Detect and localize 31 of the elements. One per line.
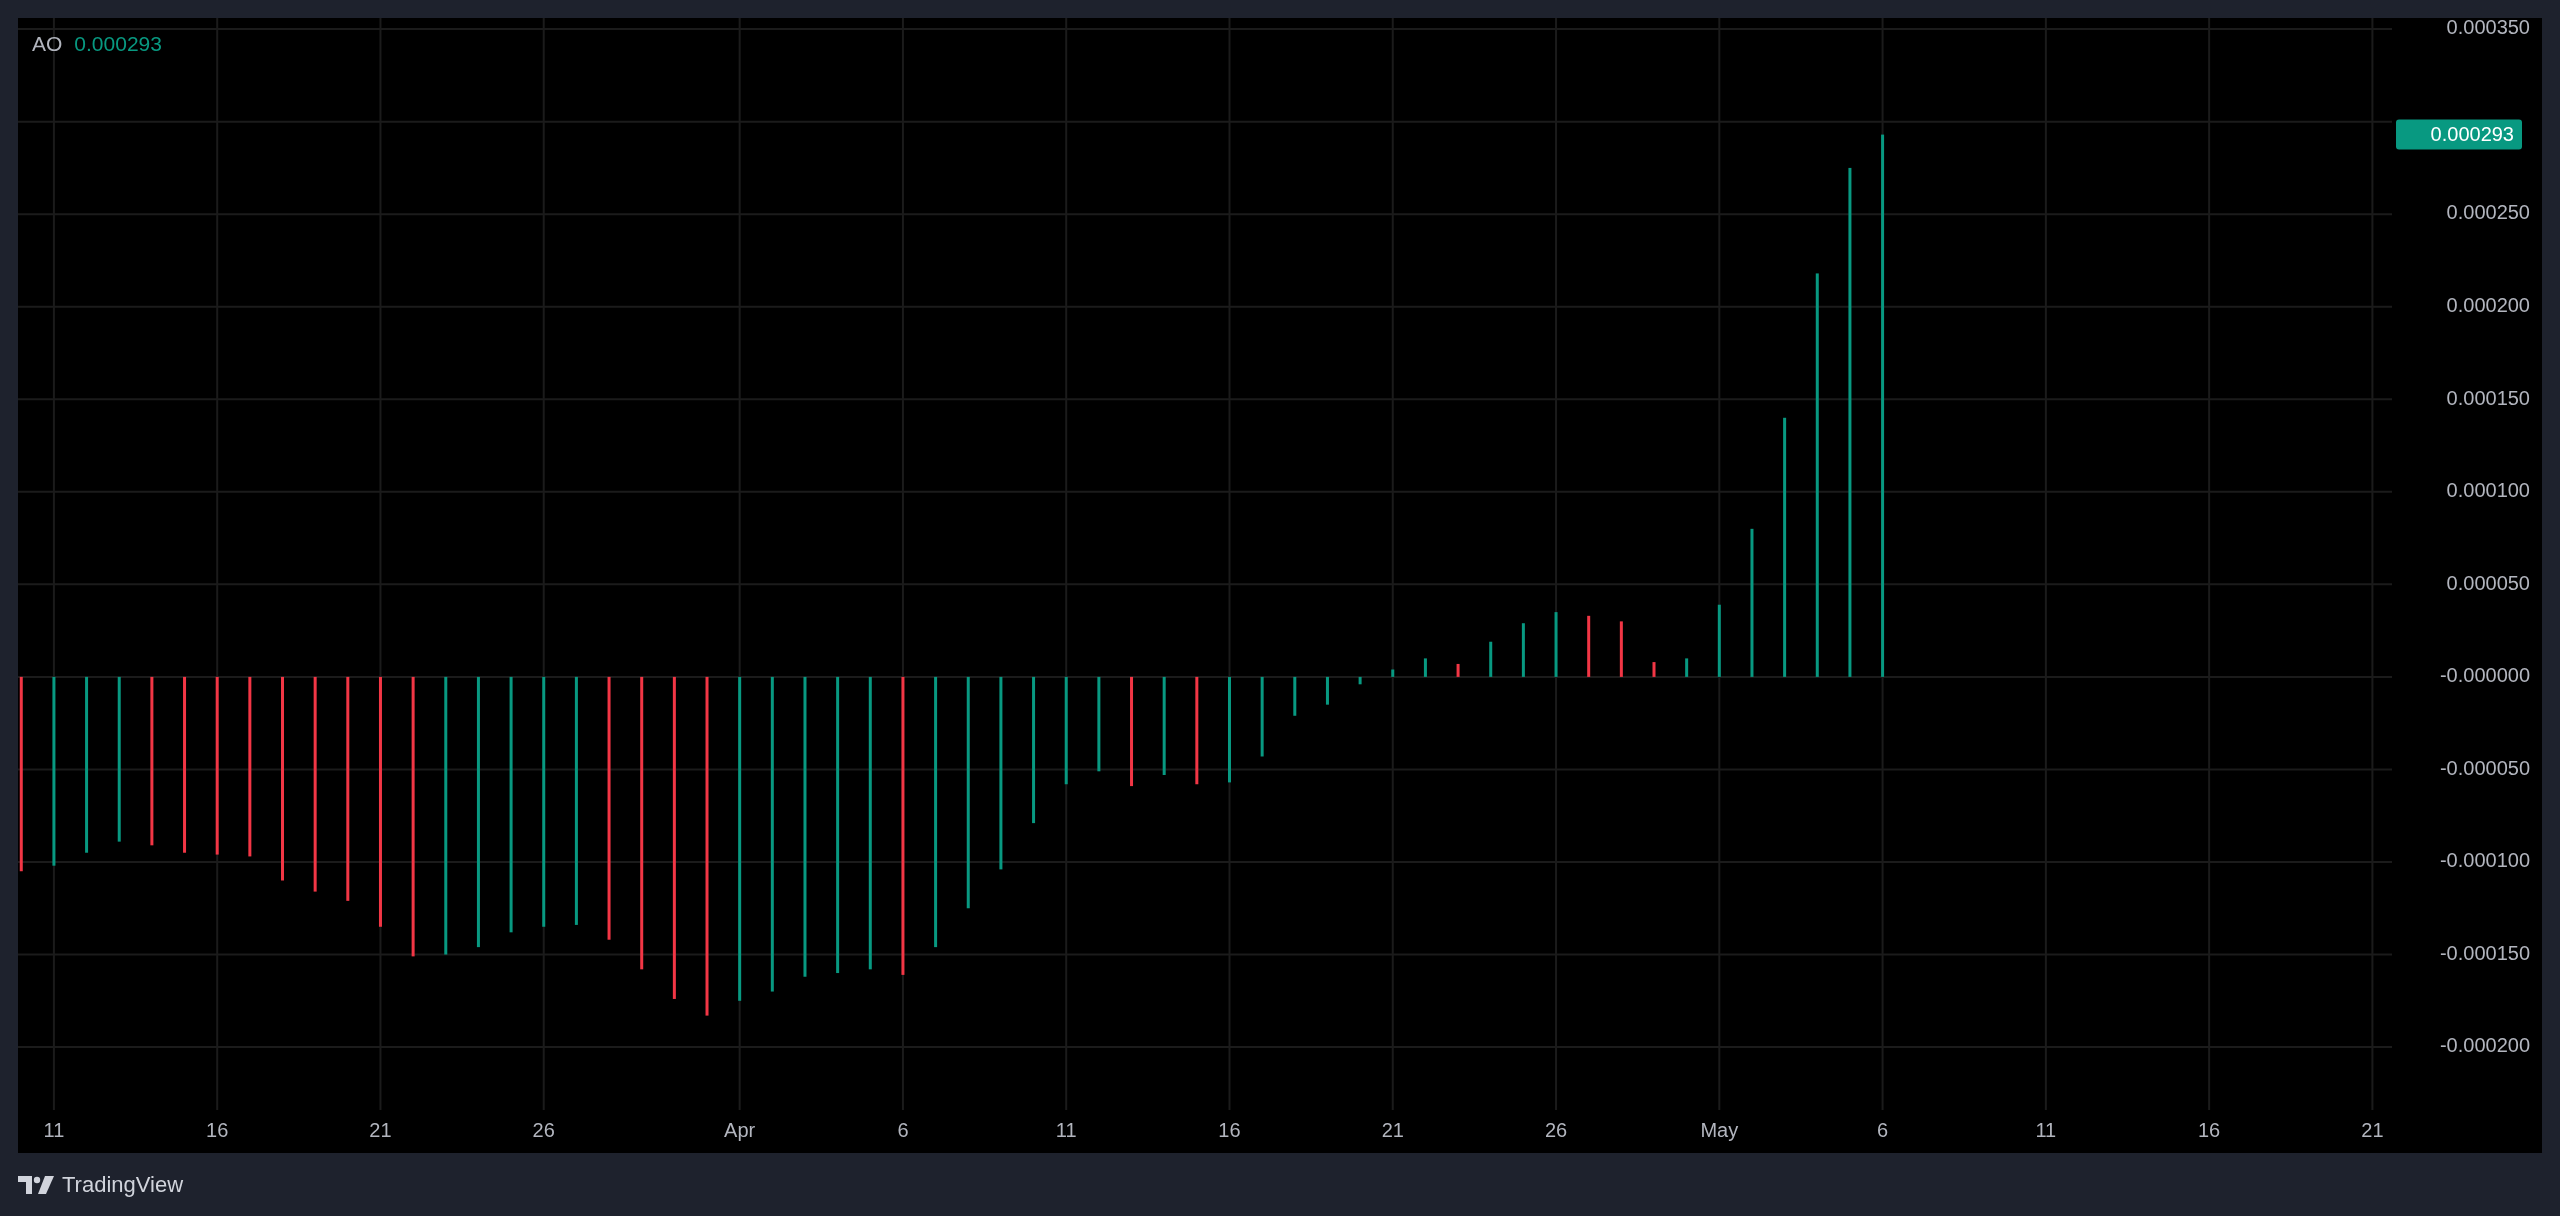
axis-label: 0.000200 [2446,294,2530,316]
axis-label: 0.000250 [2446,201,2530,224]
axis-label: 21 [2361,1119,2384,1142]
indicator-name: AO [32,32,63,56]
brand-name: TradingView [62,1171,184,1198]
logo-icon [18,1175,54,1194]
axis-label: -0.000050 [2439,756,2530,779]
axis-label: May [1700,1119,1739,1142]
axis-label: -0.000100 [2439,849,2530,872]
axis-label: 16 [206,1119,229,1142]
axis-label: -0.000200 [2439,1034,2530,1057]
axis-label: 11 [43,1119,65,1142]
indicator-value: 0.000293 [74,32,162,56]
axis-label: 21 [369,1119,392,1142]
axis-label: 0.000150 [2446,386,2530,409]
axis-label: 6 [897,1119,909,1142]
axis-label: 0.000100 [2446,479,2530,502]
axis-label: Apr [724,1119,756,1142]
axis-label: 11 [2035,1119,2057,1142]
price-label: 0.000293 [2396,119,2522,150]
axis-label: 21 [1381,1119,1404,1142]
axis-label: 26 [532,1119,555,1142]
axis-label: 16 [1218,1119,1241,1142]
axis-label: -0.000000 [2439,664,2530,687]
axis-label: 6 [1877,1119,1889,1142]
axis-label: 0.000350 [2446,18,2530,39]
axis-label: -0.000150 [2439,941,2530,964]
axis-label: 0.000050 [2446,571,2530,594]
axis-label: 11 [1055,1119,1077,1142]
axis-label: 26 [1544,1119,1568,1142]
axis-label: 16 [2198,1119,2221,1142]
